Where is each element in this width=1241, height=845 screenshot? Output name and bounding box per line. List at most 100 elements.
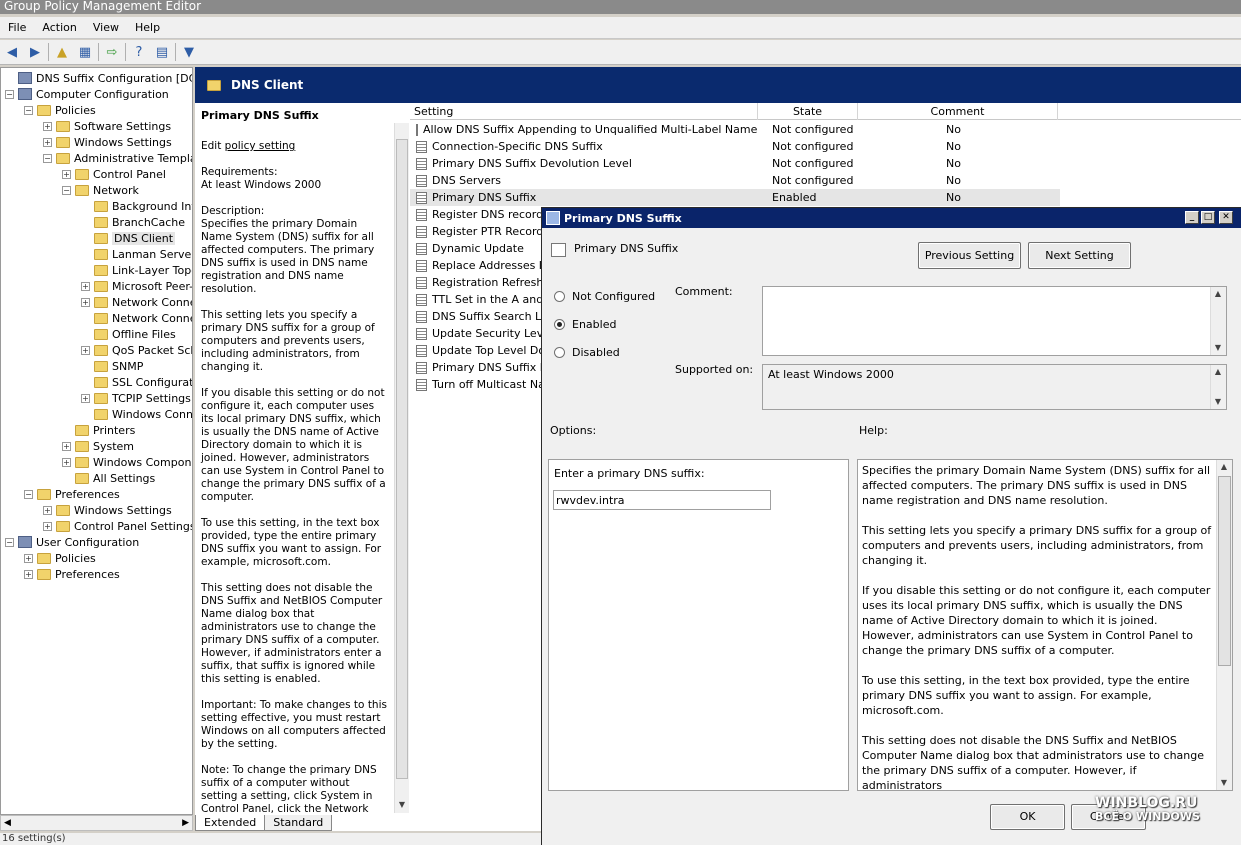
column-setting[interactable]: Setting	[410, 103, 758, 120]
radio-circle[interactable]	[554, 291, 565, 302]
policy-setting-link[interactable]: policy setting	[225, 140, 296, 152]
scroll-right-icon[interactable]: ▶	[182, 816, 189, 830]
help-icon[interactable]: ?	[129, 42, 149, 62]
scroll-down-icon[interactable]: ▼	[1217, 776, 1231, 790]
window-title-bar[interactable]: Group Policy Management Editor	[0, 0, 1241, 14]
filter-icon[interactable]: ▼	[179, 42, 199, 62]
tree-horizontal-scrollbar[interactable]: ◀ ▶	[0, 815, 193, 831]
tree-node[interactable]: Printers	[62, 422, 135, 438]
tree-node[interactable]: Lanman Server	[81, 246, 192, 262]
list-item[interactable]: DNS Servers Not configured No	[410, 172, 1060, 189]
scroll-up-icon[interactable]: ▲	[1211, 287, 1225, 301]
tree-node[interactable]: + System	[62, 438, 134, 454]
expand-icon[interactable]: +	[81, 393, 90, 403]
tree-node[interactable]: All Settings	[62, 470, 155, 486]
tree-node[interactable]: BranchCache	[81, 214, 185, 230]
tree-node[interactable]: + Microsoft Peer-	[81, 278, 192, 294]
minimize-icon[interactable]: _	[1185, 211, 1199, 224]
tree-node[interactable]: − Policies	[24, 102, 96, 118]
tree-node[interactable]: DNS Client	[81, 230, 176, 246]
expand-icon[interactable]: +	[81, 297, 90, 307]
tree-node[interactable]: Network Conne	[81, 310, 192, 326]
radio-circle[interactable]	[554, 347, 565, 358]
export-list-icon[interactable]: ⇨	[102, 42, 122, 62]
tree-node[interactable]: Offline Files	[81, 326, 176, 342]
supported-scrollbar[interactable]: ▲ ▼	[1210, 365, 1226, 409]
menu-view[interactable]: View	[85, 21, 127, 34]
scroll-down-icon[interactable]: ▼	[1211, 341, 1225, 355]
expand-icon[interactable]: +	[62, 169, 71, 179]
tree-node[interactable]: SNMP	[81, 358, 143, 374]
menu-help[interactable]: Help	[127, 21, 168, 34]
close-icon[interactable]: ✕	[1219, 211, 1233, 224]
expand-icon[interactable]: +	[81, 281, 90, 291]
tree-node[interactable]: + TCPIP Settings	[81, 390, 191, 406]
collapse-icon[interactable]: −	[24, 105, 33, 115]
help-scrollbar[interactable]: ▲ ▼	[1216, 460, 1232, 790]
expand-icon[interactable]: +	[43, 521, 52, 531]
collapse-icon[interactable]: −	[43, 153, 52, 163]
tree-node[interactable]: + Policies	[24, 550, 96, 566]
tree-node[interactable]: − Administrative Templat	[43, 150, 192, 166]
forward-arrow-icon[interactable]: ▶	[25, 42, 45, 62]
expand-icon[interactable]: +	[43, 137, 52, 147]
collapse-icon[interactable]: −	[24, 489, 33, 499]
scroll-left-icon[interactable]: ◀	[4, 816, 11, 830]
column-state[interactable]: State	[758, 103, 858, 120]
back-arrow-icon[interactable]: ◀	[2, 42, 22, 62]
tree-node[interactable]: + Software Settings	[43, 118, 171, 134]
tab-standard[interactable]: Standard	[264, 815, 333, 831]
list-item[interactable]: Allow DNS Suffix Appending to Unqualifie…	[410, 121, 1060, 138]
up-folder-icon[interactable]: ▲	[52, 42, 72, 62]
menu-file[interactable]: File	[0, 21, 34, 34]
tree-node[interactable]: − Network	[62, 182, 139, 198]
expand-icon[interactable]: +	[24, 553, 33, 563]
expand-icon[interactable]: +	[62, 441, 71, 451]
column-comment[interactable]: Comment	[858, 103, 1058, 120]
tree-node[interactable]: + Preferences	[24, 566, 120, 582]
tree-node[interactable]: Windows Conn	[81, 406, 192, 422]
radio-enabled[interactable]: Enabled	[554, 318, 616, 331]
tree-node[interactable]: + QoS Packet Sch	[81, 342, 192, 358]
tree-node[interactable]: + Control Panel Settings	[43, 518, 192, 534]
comment-scrollbar[interactable]: ▲ ▼	[1210, 287, 1226, 355]
expand-icon[interactable]: +	[62, 457, 71, 467]
dns-suffix-input[interactable]	[553, 490, 771, 510]
list-item[interactable]: Primary DNS Suffix Devolution Level Not c…	[410, 155, 1060, 172]
tree-node[interactable]: − User Configuration	[5, 534, 139, 550]
scroll-thumb[interactable]	[396, 139, 408, 779]
tree-node[interactable]: − Preferences	[24, 486, 120, 502]
tree-node[interactable]: + Windows Compone	[62, 454, 192, 470]
radio-disabled[interactable]: Disabled	[554, 346, 620, 359]
scroll-up-icon[interactable]: ▲	[1217, 460, 1231, 474]
scroll-down-icon[interactable]: ▼	[395, 798, 409, 812]
scroll-thumb[interactable]	[1218, 476, 1231, 666]
expand-icon[interactable]: +	[43, 121, 52, 131]
collapse-icon[interactable]: −	[62, 185, 71, 195]
scroll-up-icon[interactable]: ▲	[1211, 365, 1225, 379]
tree-node[interactable]: DNS Suffix Configuration [DC2.RW	[5, 70, 192, 86]
previous-setting-button[interactable]: Previous Setting	[918, 242, 1021, 269]
tab-extended[interactable]: Extended	[195, 815, 266, 831]
properties-icon[interactable]: ▤	[152, 42, 172, 62]
dialog-title-bar[interactable]: Primary DNS Suffix _ □ ✕	[542, 208, 1241, 228]
scroll-down-icon[interactable]: ▼	[1211, 395, 1225, 409]
collapse-icon[interactable]: −	[5, 537, 14, 547]
menu-action[interactable]: Action	[34, 21, 84, 34]
description-scrollbar[interactable]: ▼	[394, 123, 409, 813]
radio-circle[interactable]	[554, 319, 565, 330]
tree-node[interactable]: + Network Conne	[81, 294, 192, 310]
tree-node[interactable]: + Windows Settings	[43, 134, 172, 150]
radio-not-configured[interactable]: Not Configured	[554, 290, 655, 303]
tree-node[interactable]: Link-Layer Topo	[81, 262, 192, 278]
show-hide-tree-icon[interactable]: ▦	[75, 42, 95, 62]
ok-button[interactable]: OK	[990, 804, 1065, 830]
maximize-icon[interactable]: □	[1201, 211, 1215, 224]
list-item[interactable]: Connection-Specific DNS Suffix Not config…	[410, 138, 1060, 155]
expand-icon[interactable]: +	[43, 505, 52, 515]
expand-icon[interactable]: +	[81, 345, 90, 355]
tree-node[interactable]: − Computer Configuration	[5, 86, 169, 102]
tree-node[interactable]: Background Int	[81, 198, 192, 214]
tree-node[interactable]: SSL Configurat	[81, 374, 192, 390]
tree-node[interactable]: + Control Panel	[62, 166, 166, 182]
